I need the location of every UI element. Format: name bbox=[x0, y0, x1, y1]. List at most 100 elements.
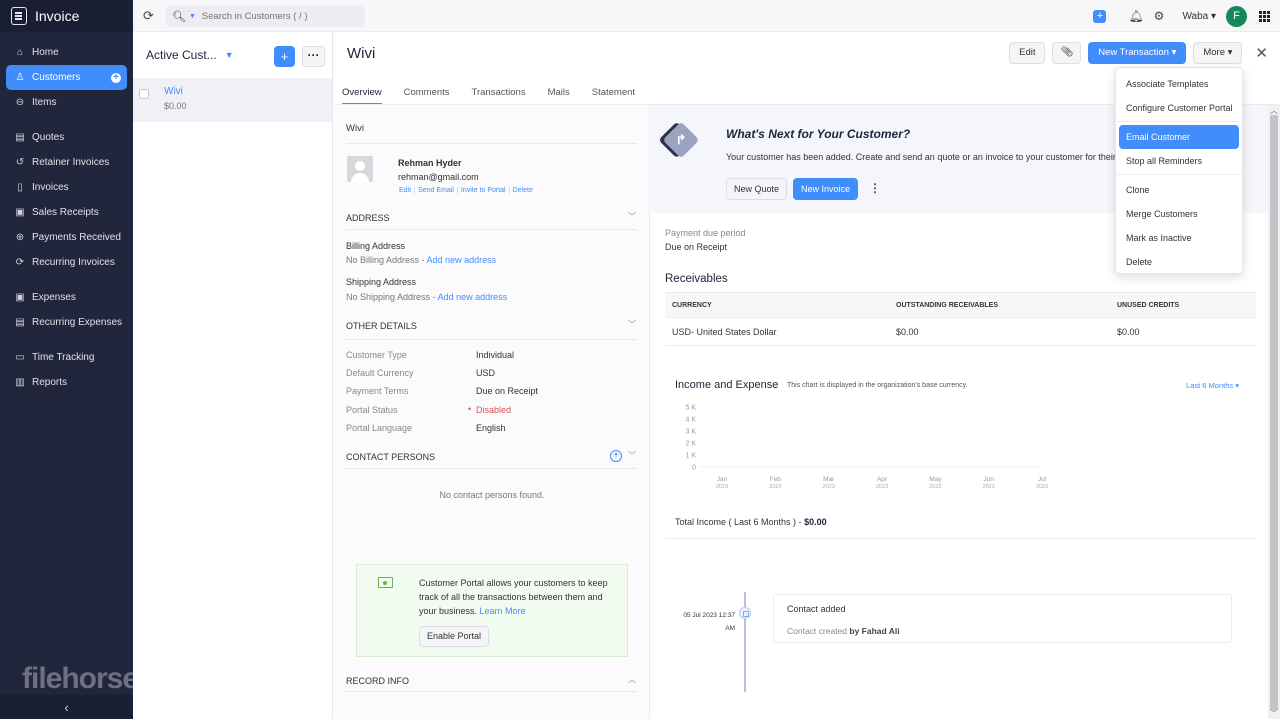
recent-history-icon[interactable]: ⟳ bbox=[143, 8, 154, 24]
detail-scrollbar[interactable]: ︿ ﹀ bbox=[1268, 105, 1280, 719]
tab-transactions[interactable]: Transactions bbox=[472, 84, 526, 105]
list-item[interactable]: Wivi $0.00 bbox=[133, 78, 332, 122]
sidebar-item-customers[interactable]: ♙ Customers + bbox=[6, 65, 127, 90]
enable-portal-button[interactable]: Enable Portal bbox=[419, 626, 490, 647]
total-income: Total Income ( Last 6 Months ) - $0.00 bbox=[675, 517, 827, 527]
sidebar-item-items[interactable]: ⊖ Items bbox=[6, 90, 127, 115]
chevron-down-icon[interactable]: ﹀ bbox=[628, 450, 636, 461]
menu-item-clone[interactable]: Clone bbox=[1119, 178, 1239, 202]
comment-icon bbox=[739, 607, 751, 619]
more-menu: Associate Templates Configure Customer Po… bbox=[1115, 67, 1243, 274]
scroll-down-icon[interactable]: ﹀ bbox=[1270, 708, 1278, 719]
list-more-options-button[interactable]: ··· bbox=[302, 46, 325, 67]
sidebar-nav: ⌂ Home ♙ Customers + ⊖ Items ▤ Quotes ↺ Retainer I… bbox=[0, 32, 133, 395]
user-avatar[interactable]: F bbox=[1226, 5, 1247, 27]
add-customer-icon[interactable]: + bbox=[111, 72, 121, 83]
sidebar-item-label: Home bbox=[32, 47, 59, 58]
x-tick-year: 2023 bbox=[1036, 484, 1048, 490]
search-input[interactable] bbox=[201, 10, 352, 22]
contact-action-edit[interactable]: Edit bbox=[398, 187, 414, 194]
sidebar-item-recurring-expenses[interactable]: ▤ Recurring Expenses bbox=[6, 310, 127, 335]
menu-divider bbox=[1116, 174, 1242, 175]
user-icon: ♙ bbox=[15, 72, 25, 83]
new-invoice-button[interactable]: New Invoice bbox=[793, 178, 859, 200]
search-scope-dropdown-icon[interactable]: ▼ bbox=[189, 13, 196, 20]
sidebar-item-sales-receipts[interactable]: ▣ Sales Receipts bbox=[6, 200, 127, 225]
y-tick-label: 5 K bbox=[685, 405, 696, 412]
apps-grid-icon[interactable] bbox=[1259, 10, 1270, 22]
quick-create-button[interactable]: + bbox=[1093, 9, 1107, 23]
menu-item-mark-as-inactive[interactable]: Mark as Inactive bbox=[1119, 226, 1239, 250]
record-info-section-title[interactable]: RECORD INFO bbox=[346, 676, 409, 686]
tab-statement[interactable]: Statement bbox=[592, 84, 635, 105]
menu-item-associate-templates[interactable]: Associate Templates bbox=[1119, 72, 1239, 96]
learn-more-link[interactable]: Learn More bbox=[480, 606, 526, 616]
customer-list-pane: Active Cust... ▼ + ··· Wivi $0.00 bbox=[133, 32, 333, 719]
kebab-menu-icon[interactable]: ⋮ bbox=[869, 181, 881, 195]
new-transaction-button[interactable]: New Transaction ▾ bbox=[1088, 42, 1187, 64]
add-shipping-address-link[interactable]: Add new address bbox=[438, 292, 508, 302]
add-contact-person-icon[interactable]: + bbox=[610, 450, 622, 462]
sidebar-item-label: Sales Receipts bbox=[32, 207, 99, 218]
chevron-down-icon[interactable]: ﹀ bbox=[628, 211, 636, 222]
tab-comments[interactable]: Comments bbox=[404, 84, 450, 105]
divider bbox=[346, 143, 637, 144]
detail-label: Portal Status bbox=[346, 405, 398, 415]
menu-item-merge-customers[interactable]: Merge Customers bbox=[1119, 202, 1239, 226]
add-billing-address-link[interactable]: Add new address bbox=[427, 255, 497, 265]
sidebar-item-label: Expenses bbox=[32, 292, 76, 303]
sidebar-item-quotes[interactable]: ▤ Quotes bbox=[6, 125, 127, 150]
sidebar-item-recurring-invoices[interactable]: ⟳ Recurring Invoices bbox=[6, 250, 127, 275]
sidebar-item-time-tracking[interactable]: ▭ Time Tracking bbox=[6, 345, 127, 370]
row-checkbox[interactable] bbox=[139, 89, 149, 99]
menu-item-email-customer[interactable]: Email Customer bbox=[1119, 125, 1239, 149]
sidebar-item-invoices[interactable]: ▯ Invoices bbox=[6, 175, 127, 200]
chevron-down-icon[interactable]: ﹀ bbox=[628, 319, 636, 330]
search-bar[interactable]: 🔍︎ ▼ bbox=[166, 5, 365, 27]
sidebar-item-reports[interactable]: ▥ Reports bbox=[6, 370, 127, 395]
table-cell: $0.00 bbox=[1110, 317, 1256, 346]
more-button[interactable]: More ▾ bbox=[1193, 42, 1243, 64]
tab-mails[interactable]: Mails bbox=[548, 84, 570, 105]
organization-switcher[interactable]: Waba ▾ bbox=[1182, 11, 1216, 22]
contact-action-delete[interactable]: Delete bbox=[508, 187, 536, 194]
menu-item-configure-customer-portal[interactable]: Configure Customer Portal bbox=[1119, 96, 1239, 120]
edit-button[interactable]: Edit bbox=[1009, 42, 1046, 64]
contact-action-send-email[interactable]: Send Email bbox=[414, 187, 457, 194]
y-tick-label: 0 bbox=[692, 465, 696, 472]
new-customer-button[interactable]: + bbox=[274, 46, 295, 67]
menu-item-stop-all-reminders[interactable]: Stop all Reminders bbox=[1119, 149, 1239, 173]
search-icon[interactable]: 🔍︎ bbox=[172, 10, 186, 23]
contact-persons-section-title[interactable]: CONTACT PERSONS bbox=[346, 452, 435, 462]
detail-label: Payment Terms bbox=[346, 386, 409, 396]
customer-name-link[interactable]: Wivi bbox=[164, 86, 187, 97]
bell-icon[interactable]: 🔔︎ bbox=[1128, 9, 1143, 23]
calculator-icon: ▤ bbox=[15, 132, 25, 143]
tab-overview[interactable]: Overview bbox=[342, 84, 382, 105]
sidebar-item-label: Retainer Invoices bbox=[32, 157, 110, 168]
gear-icon[interactable]: ⚙ bbox=[1154, 9, 1165, 23]
sidebar-item-retainer-invoices[interactable]: ↺ Retainer Invoices bbox=[6, 150, 127, 175]
address-section-title[interactable]: ADDRESS bbox=[346, 213, 390, 223]
menu-item-delete[interactable]: Delete bbox=[1119, 250, 1239, 274]
sidebar-item-home[interactable]: ⌂ Home bbox=[6, 40, 127, 65]
contact-action-invite-to-portal[interactable]: Invite to Portal bbox=[456, 187, 509, 194]
divider bbox=[346, 691, 637, 692]
chevron-up-icon[interactable]: ︿ bbox=[628, 674, 636, 685]
close-icon[interactable]: ✕ bbox=[1255, 44, 1268, 62]
chart-range-dropdown[interactable]: Last 6 Months ▾ bbox=[1186, 381, 1239, 390]
collapse-sidebar-button[interactable]: ‹ bbox=[0, 695, 133, 719]
attachment-button[interactable]: 📎︎ bbox=[1052, 42, 1082, 64]
other-details-section-title[interactable]: OTHER DETAILS bbox=[346, 321, 417, 331]
chevron-down-icon[interactable]: ▼ bbox=[225, 50, 234, 60]
detail-value: Due on Receipt bbox=[476, 386, 539, 396]
sidebar-item-expenses[interactable]: ▣ Expenses bbox=[6, 285, 127, 310]
sidebar-item-label: Time Tracking bbox=[32, 352, 95, 363]
scrollbar-thumb[interactable] bbox=[1270, 115, 1278, 710]
new-quote-button[interactable]: New Quote bbox=[726, 178, 788, 200]
customer-balance: $0.00 bbox=[164, 101, 187, 111]
sidebar-item-payments-received[interactable]: ⊕ Payments Received bbox=[6, 225, 127, 250]
column-header: UNUSED CREDITS bbox=[1110, 292, 1256, 318]
brand[interactable]: Invoice bbox=[0, 0, 133, 32]
